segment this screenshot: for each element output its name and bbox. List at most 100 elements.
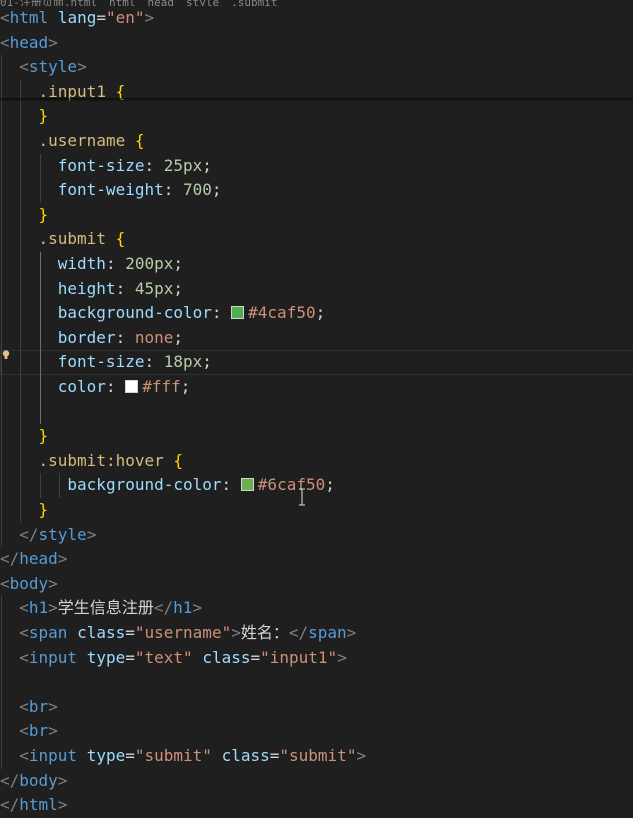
code-token: < [19,57,29,77]
code-token: > [48,696,58,716]
code-token: > [231,623,241,642]
indent-guide [39,153,41,203]
code-token: head [9,32,49,52]
code-line[interactable]: } [0,104,633,129]
code-line[interactable]: <head> [0,31,633,56]
indent-guide [58,473,60,498]
code-line[interactable]: } [0,424,633,449]
code-line[interactable]: color: #fff; [0,375,633,400]
code-line[interactable]: <span class="username">姓名：</span> [0,621,633,646]
code-token: span [28,623,68,642]
code-token: none [134,327,174,347]
code-token: color [57,377,106,396]
code-token: width [57,254,106,273]
code-line[interactable]: } [0,203,633,228]
code-line[interactable]: .username { [0,129,633,154]
code-line[interactable]: .submit { [0,227,633,252]
code-token: height [57,278,116,298]
code-token: > [337,647,347,667]
code-token: .username [38,131,126,150]
code-token: ; [173,327,183,347]
code-token: 700 [183,180,212,200]
indent-guide [39,252,41,425]
code-line[interactable] [0,670,633,695]
code-token: #4caf50 [248,303,316,323]
code-line[interactable]: } [0,498,633,523]
code-token: > [57,795,68,815]
code-line[interactable]: font-size: 25px; [0,154,633,179]
color-swatch[interactable] [240,478,254,492]
code-token: h1 [28,598,49,618]
code-line[interactable] [0,400,633,425]
code-token: background-color [57,303,212,323]
code-line[interactable]: <style> [0,55,633,80]
code-line[interactable]: height: 45px; [0,277,633,302]
code-token: font-size [57,155,145,175]
code-token: border [57,327,116,347]
code-line[interactable]: <input type="text" class="input1"> [0,646,633,671]
code-token: </ [0,549,20,569]
code-line[interactable]: font-weight: 700; [0,178,633,203]
code-line[interactable]: .submit:hover { [0,449,633,474]
code-line[interactable]: <body> [0,572,633,597]
code-token: 200px [125,254,174,273]
indent-guide [1,596,2,769]
code-token: : [163,180,183,200]
color-swatch[interactable] [231,306,245,320]
code-token: : [221,475,241,495]
code-line[interactable]: </head> [0,547,633,572]
code-line[interactable]: background-color: #6caf50; [0,473,633,498]
color-swatch[interactable] [125,380,139,393]
code-token: input [28,647,78,667]
code-token: class [221,746,270,765]
code-line[interactable]: <br> [0,695,633,720]
code-token: { [173,450,184,470]
code-token: < [0,32,10,52]
indent-guide [20,79,22,523]
code-token: < [19,721,29,741]
code-editor[interactable]: <html lang="en"> <head> <style> .input1 {}.… [0,6,633,814]
code-token: font-size [57,352,145,372]
code-line[interactable]: </style> [0,523,633,548]
code-line[interactable]: <br> [0,719,633,744]
code-line[interactable]: width: 200px; [0,252,633,277]
code-line[interactable]: </body> [0,769,633,794]
code-token: < [19,647,29,667]
code-token: 18px [163,352,203,372]
code-token: background-color [67,475,222,495]
code-token: ; [173,254,184,273]
code-token: "submit" [279,746,357,765]
code-token: < [19,746,29,765]
code-token: : [211,303,232,323]
code-line[interactable]: </html> [0,793,633,818]
code-line[interactable]: <html lang="en"> [0,6,633,31]
code-token: < [0,573,10,593]
code-token: type [86,647,126,667]
code-token: > [57,549,68,569]
lightbulb-icon[interactable] [2,350,10,360]
code-token: ; [202,352,212,372]
code-line[interactable]: font-size: 18px; [0,350,633,375]
code-token: .submit:hover [38,450,164,470]
code-token: body [19,770,58,790]
code-line[interactable]: background-color: #4caf50; [0,301,633,326]
code-token: body [9,573,49,593]
code-line[interactable]: border: none; [0,326,633,351]
code-token: "submit" [134,746,212,765]
code-token: < [19,623,29,642]
code-token: = [125,746,135,765]
code-token: = [125,623,135,642]
code-line[interactable]: <h1>学生信息注册</h1> [0,596,633,621]
code-token: "input1" [260,647,338,667]
code-token: { [115,229,126,249]
code-line[interactable]: <input type="submit" class="submit"> [0,744,633,769]
code-token: type [86,746,126,765]
code-token: > [356,746,367,765]
